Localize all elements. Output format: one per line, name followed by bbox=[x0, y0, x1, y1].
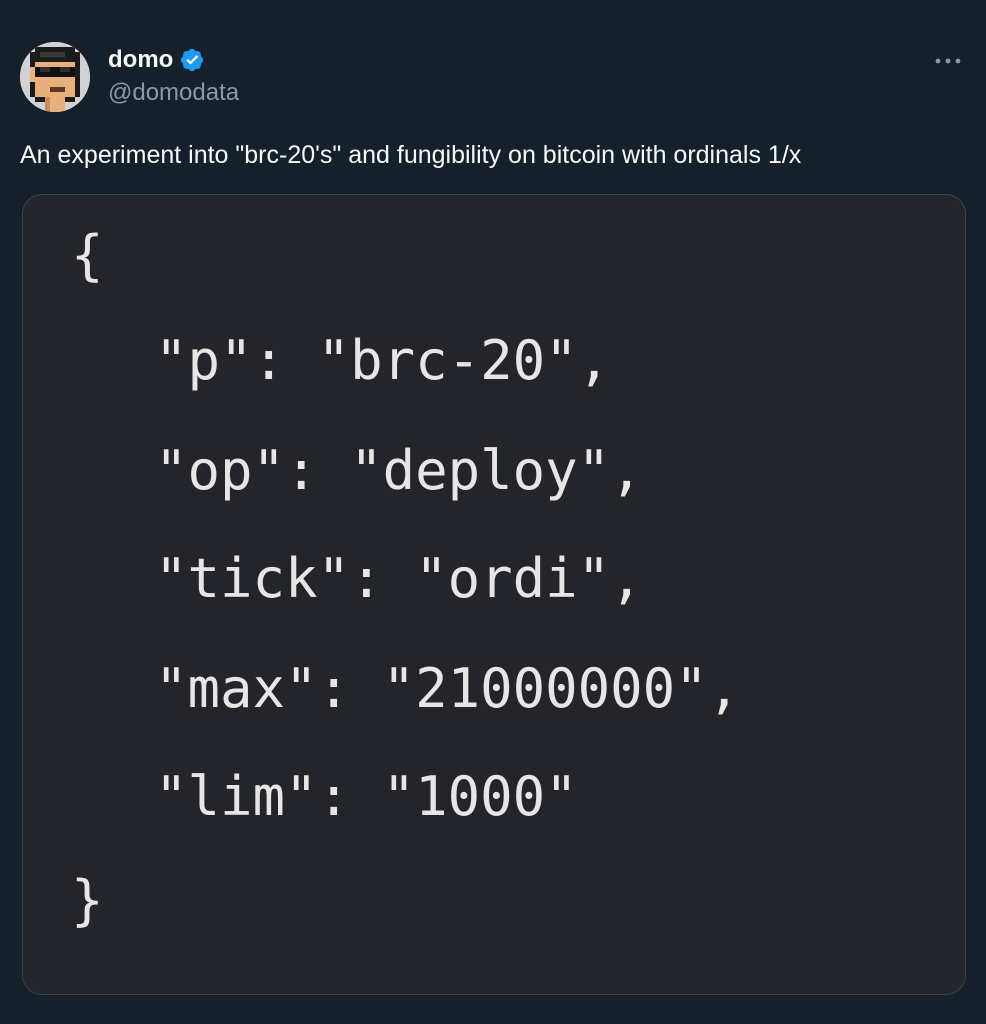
verified-badge-icon bbox=[179, 47, 205, 73]
code-line-open-brace: { bbox=[71, 224, 104, 287]
code-line-tick: "tick": "ordi", bbox=[155, 547, 643, 610]
author-info: domo @domodata bbox=[108, 44, 239, 107]
media-image[interactable]: { "p": "brc-20", "op": "deploy", "tick":… bbox=[22, 194, 966, 995]
display-name[interactable]: domo bbox=[108, 46, 173, 74]
tweet-text: An experiment into "brc-20's" and fungib… bbox=[20, 141, 802, 169]
avatar[interactable] bbox=[20, 42, 90, 112]
tweet: domo @domodata An experiment into "brc-2… bbox=[0, 0, 986, 1024]
name-row: domo bbox=[108, 44, 239, 76]
more-horizontal-icon bbox=[935, 58, 961, 64]
code-line-p: "p": "brc-20", bbox=[155, 329, 611, 392]
more-options-button[interactable] bbox=[930, 50, 966, 72]
code-line-max: "max": "21000000", bbox=[155, 657, 741, 720]
code-line-close-brace: } bbox=[71, 869, 104, 932]
code-line-op: "op": "deploy", bbox=[155, 439, 643, 502]
pixel-punk-avatar-icon bbox=[20, 42, 90, 112]
handle[interactable]: @domodata bbox=[108, 79, 239, 107]
code-line-lim: "lim": "1000" bbox=[155, 765, 578, 828]
